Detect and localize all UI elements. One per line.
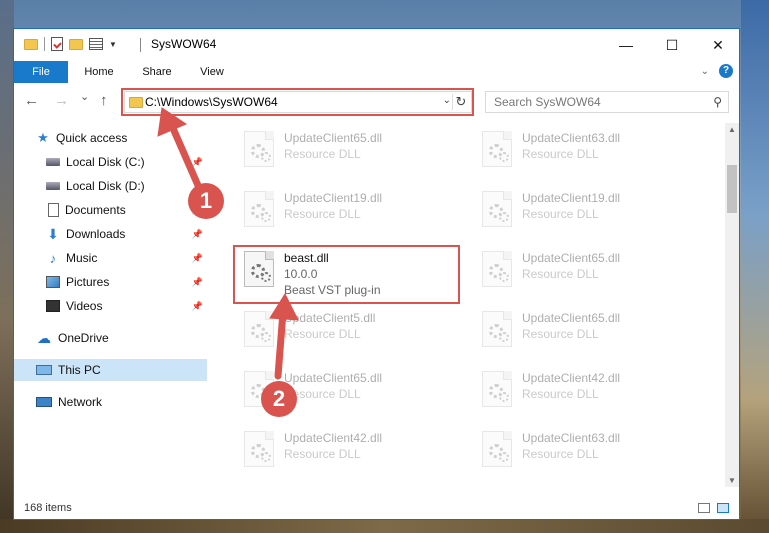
arrow-1-shaft [168,122,204,194]
annotation-arrows [157,107,299,380]
step-1-badge: 1 [188,183,224,219]
step-2-badge: 2 [261,381,297,417]
arrow-2-shaft [274,308,287,380]
arrow-2-head [269,292,299,321]
